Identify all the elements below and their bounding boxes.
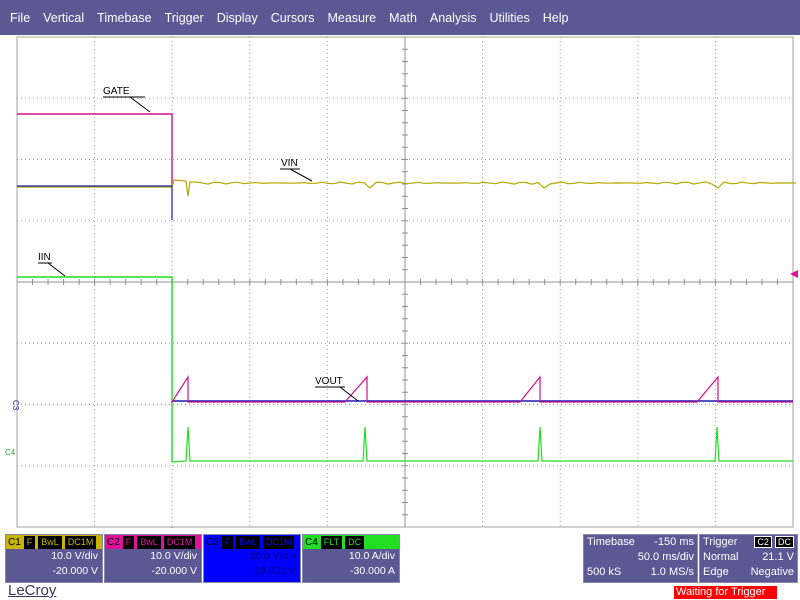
timebase-samples: 500 kS	[587, 566, 622, 578]
trigger-level-marker	[790, 270, 798, 278]
brand-logo: LeCroy	[8, 582, 57, 599]
channel-tag: DC1M	[262, 535, 295, 549]
timebase-delay: -150 ms	[654, 536, 694, 548]
channel-tag: BwL	[38, 535, 62, 549]
trigger-label: Trigger	[703, 536, 738, 548]
channel-offset: -20.000 V	[52, 565, 98, 577]
channel-tag: BwL	[236, 535, 260, 549]
channel-name: C4	[305, 536, 318, 548]
channel-tag: F	[122, 535, 135, 549]
menu-timebase[interactable]: Timebase	[97, 11, 151, 25]
menu-math[interactable]: Math	[389, 11, 417, 25]
channel-header: C3 F BwL DC1M	[204, 535, 300, 549]
channel-tag: FLT	[320, 535, 343, 549]
channel-scale: 10.0 V/div	[150, 550, 197, 562]
channel-offset: -30.000 A	[350, 565, 395, 577]
info-panel: C1 F BwL DC1M 10.0 V/div -20.000 V C2 F BwL DC1M 1…	[0, 528, 800, 600]
timebase-scale: 50.0 ms/div	[637, 551, 694, 563]
menu-bar: File Vertical Timebase Trigger Display Cursor…	[0, 0, 800, 35]
channel-name: C2	[107, 536, 120, 548]
trace-c3-pre	[17, 185, 173, 220]
channel-scale: 10.0 V/div	[51, 550, 98, 562]
channel-header: C2 F BwL DC1M	[105, 535, 201, 549]
trigger-mode: Normal	[703, 551, 739, 563]
timebase-rate: 1.0 MS/s	[650, 566, 694, 578]
menu-analysis[interactable]: Analysis	[430, 11, 477, 25]
trigger-coupling: DC	[775, 536, 794, 548]
menu-cursors[interactable]: Cursors	[271, 11, 315, 25]
trace-annotations: GATE VIN IIN VOUT C3 C4	[5, 86, 798, 528]
c4-edge-label: C4	[5, 448, 16, 457]
channel-offset: -19.800 V	[250, 565, 296, 577]
waveform-traces	[17, 113, 796, 463]
trace-c4	[171, 426, 793, 463]
channel-name: C1	[8, 536, 21, 548]
channel-c3-box[interactable]: C3 F BwL DC1M 10.0 V/div -19.800 V	[203, 534, 301, 583]
channel-tag: DC1M	[64, 535, 97, 549]
menu-measure[interactable]: Measure	[327, 11, 376, 25]
channel-c2-box[interactable]: C2 F BwL DC1M 10.0 V/div -20.000 V	[104, 534, 202, 583]
trigger-box[interactable]: Trigger C2 DC Normal 21.1 V Edge Negativ…	[699, 534, 798, 583]
channel-tag: BwL	[137, 535, 161, 549]
menu-vertical[interactable]: Vertical	[43, 11, 84, 25]
menu-trigger[interactable]: Trigger	[165, 11, 204, 25]
trigger-source: C2	[754, 536, 772, 548]
gate-label: GATE	[103, 86, 130, 97]
channel-header: C1 F BwL DC1M	[6, 535, 102, 549]
channel-tag: DC1M	[163, 535, 196, 549]
trace-vin	[17, 179, 796, 197]
channel-tag: F	[23, 535, 36, 549]
waveform-display[interactable]: GATE VIN IIN VOUT C3 C4	[0, 35, 800, 528]
vout-label: VOUT	[315, 376, 343, 387]
channel-scale: 10.0 V/div	[249, 550, 296, 562]
trigger-status: Waiting for Trigger	[674, 586, 777, 599]
channel-tag: DC	[345, 535, 365, 549]
trigger-type: Edge	[703, 566, 729, 578]
trigger-level: 21.1 V	[762, 551, 794, 563]
menu-display[interactable]: Display	[217, 11, 258, 25]
channel-name: C3	[206, 536, 219, 548]
channel-tag: F	[221, 535, 234, 549]
c3-edge-label: C3	[11, 400, 20, 411]
channel-offset: -20.000 V	[151, 565, 197, 577]
channel-header: C4 FLT DC	[303, 535, 399, 549]
menu-help[interactable]: Help	[543, 11, 569, 25]
channel-c4-box[interactable]: C4 FLT DC 10.0 A/div -30.000 A	[302, 534, 400, 583]
menu-utilities[interactable]: Utilities	[489, 11, 529, 25]
graticule	[16, 36, 794, 528]
timebase-label: Timebase	[587, 536, 635, 548]
channel-scale: 10.0 A/div	[348, 550, 395, 562]
menu-file[interactable]: File	[10, 11, 30, 25]
trigger-slope: Negative	[750, 566, 794, 578]
timebase-box[interactable]: Timebase -150 ms 50.0 ms/div 500 kS 1.0 …	[583, 534, 698, 583]
trace-vout	[171, 374, 793, 403]
vin-label: VIN	[281, 158, 298, 169]
iin-label: IIN	[38, 252, 51, 263]
channel-c1-box[interactable]: C1 F BwL DC1M 10.0 V/div -20.000 V	[5, 534, 103, 583]
